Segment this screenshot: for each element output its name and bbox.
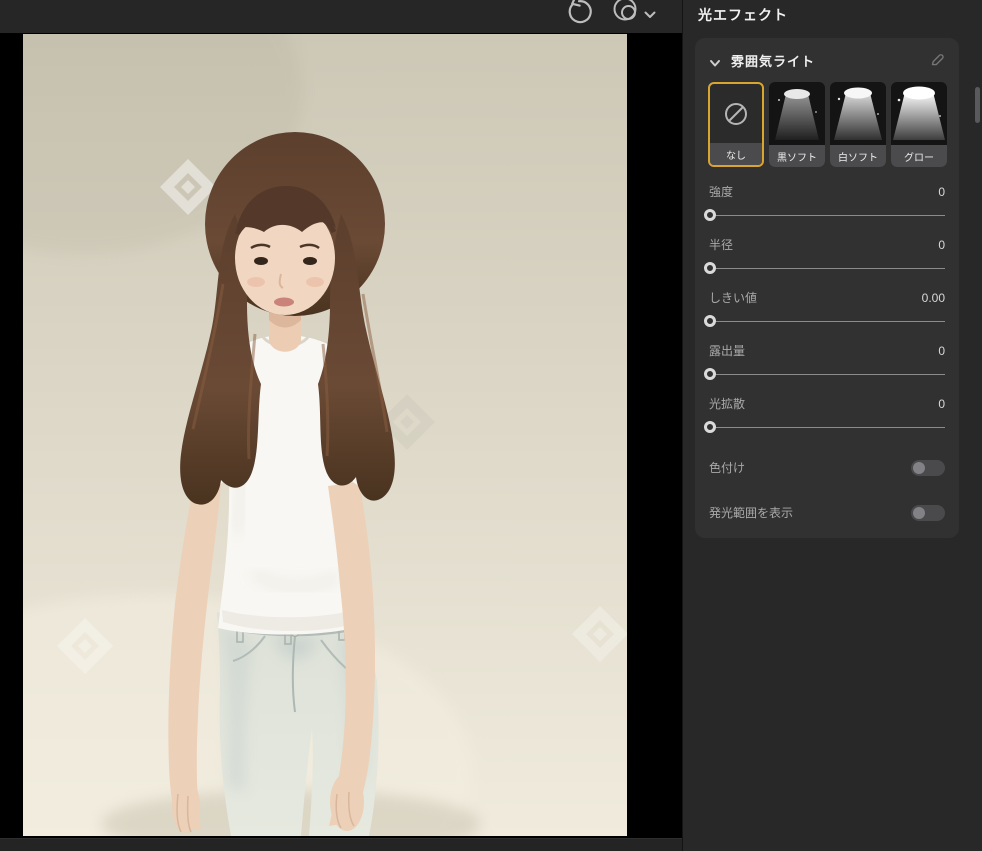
preset-label: 白ソフト [830,145,886,167]
lamp-cone-dim-icon [769,82,825,145]
slider-exposure-track[interactable] [709,374,945,375]
section-header[interactable]: 雰囲気ライト [709,51,945,71]
none-prohibited-icon [710,84,762,143]
toggle-knob [913,462,925,474]
section-collapse-chevron-icon[interactable] [709,55,721,73]
slider-intensity-label: 強度 [709,185,734,199]
edit-pencil-icon[interactable] [930,52,945,72]
slider-threshold-value: 0.00 [921,291,945,305]
canvas-bottom-bar [0,838,682,851]
slider-diffusion-value: 0 [938,397,945,411]
preset-white-soft[interactable]: 白ソフト [830,82,886,167]
slider-radius-track[interactable] [709,268,945,269]
slider-radius-value: 0 [938,238,945,252]
toggle-colorize-label: 色付け [709,461,746,475]
canvas-toolbar [0,0,682,33]
slider-threshold-thumb[interactable] [704,315,716,327]
light-effect-panel: 光エフェクト 雰囲気ライト なし 黒ソフト 白ソフト グロー 強度 0 半径 0… [682,0,982,851]
slider-intensity-thumb[interactable] [704,209,716,221]
slider-diffusion-label: 光拡散 [709,397,746,411]
slider-threshold-track[interactable] [709,321,945,322]
panel-title: 光エフェクト [698,7,788,23]
slider-intensity-track[interactable] [709,215,945,216]
preset-label: 黒ソフト [769,145,825,167]
slider-radius-label: 半径 [709,238,734,252]
preset-label: なし [710,143,762,165]
preset-black-soft[interactable]: 黒ソフト [769,82,825,167]
slider-threshold-label: しきい値 [709,291,758,305]
slider-exposure-thumb[interactable] [704,368,716,380]
chevron-down-icon[interactable] [643,7,657,25]
lamp-cone-bright-icon [830,82,886,145]
preset-label: グロー [891,145,947,167]
lamp-cone-glow-icon [891,82,947,145]
toggle-show-glow-range-label: 発光範囲を表示 [709,506,794,520]
slider-diffusion-thumb[interactable] [704,421,716,433]
toggle-knob [913,507,925,519]
slider-intensity-value: 0 [938,185,945,199]
canvas-area [0,0,682,851]
slider-exposure-value: 0 [938,344,945,358]
section-title: 雰囲気ライト [731,54,816,69]
toggle-show-glow-range[interactable] [911,505,945,521]
preset-list: なし 黒ソフト 白ソフト グロー [708,82,947,167]
toggle-colorize[interactable] [911,460,945,476]
undo-rotate-icon[interactable] [563,0,593,33]
preset-none[interactable]: なし [708,82,764,167]
photo-preview[interactable] [23,34,627,836]
slider-diffusion-track[interactable] [709,427,945,428]
slider-exposure-label: 露出量 [709,344,746,358]
slider-radius-thumb[interactable] [704,262,716,274]
panel-scrollbar-thumb[interactable] [975,87,980,123]
compare-overlay-icon[interactable] [611,0,641,33]
ambience-light-card: 雰囲気ライト なし 黒ソフト 白ソフト グロー 強度 0 半径 0 しきい値 0… [695,38,959,538]
preset-glow[interactable]: グロー [891,82,947,167]
